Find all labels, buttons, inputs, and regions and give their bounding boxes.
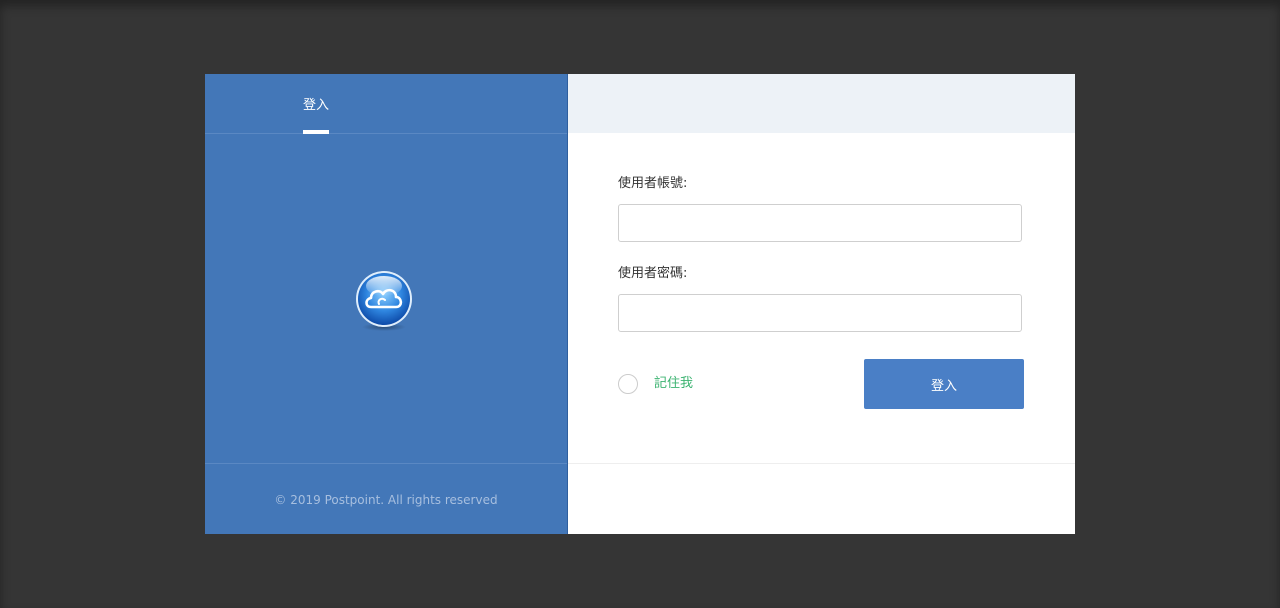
login-card: 登入 © 2019 Postpoint. All rights reserved…	[205, 74, 1075, 534]
right-footer	[568, 463, 1075, 535]
cloud-logo-icon	[356, 271, 412, 331]
left-panel: 登入 © 2019 Postpoint. All rights reserved	[205, 74, 568, 534]
password-label: 使用者密碼:	[618, 266, 688, 281]
username-input[interactable]	[618, 204, 1022, 242]
copyright-text: © 2019 Postpoint. All rights reserved	[274, 493, 498, 507]
remember-me-label[interactable]: 記住我	[654, 376, 693, 392]
username-label: 使用者帳號:	[618, 176, 688, 191]
password-input[interactable]	[618, 294, 1022, 332]
tab-login[interactable]: 登入	[303, 98, 329, 114]
right-header	[568, 74, 1075, 133]
right-panel: 使用者帳號: 使用者密碼: 記住我 登入	[568, 74, 1075, 534]
remember-me-radio[interactable]	[618, 374, 638, 394]
tab-bar: 登入	[205, 74, 567, 134]
login-button[interactable]: 登入	[864, 359, 1024, 409]
left-footer: © 2019 Postpoint. All rights reserved	[205, 463, 567, 535]
tab-active-indicator	[303, 130, 329, 134]
